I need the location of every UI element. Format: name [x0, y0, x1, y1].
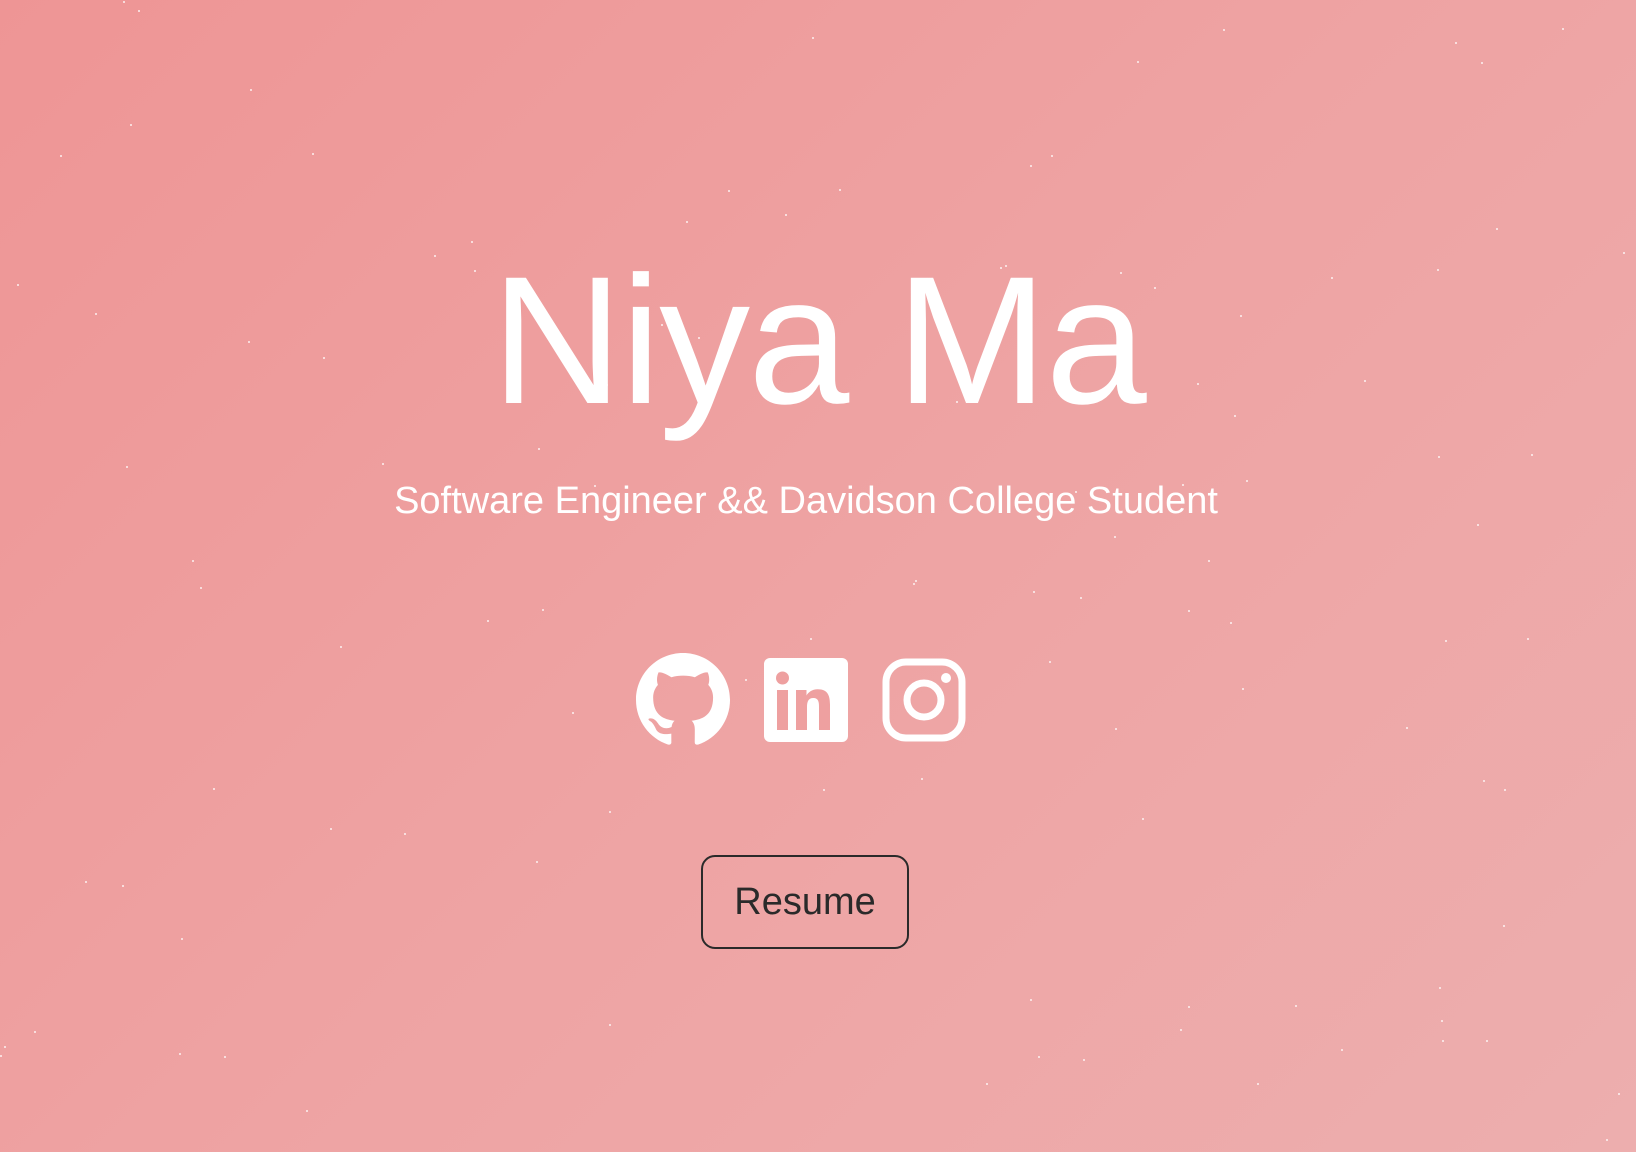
instagram-link[interactable] [882, 658, 966, 742]
hero-section: Niya Ma Software Engineer && Davidson Co… [0, 0, 1636, 1152]
github-link[interactable] [636, 653, 730, 747]
social-links [636, 652, 966, 748]
instagram-icon [882, 658, 966, 742]
page-title: Niya Ma [491, 238, 1146, 442]
page-subtitle: Software Engineer && Davidson College St… [394, 480, 1218, 522]
github-icon [636, 653, 730, 747]
linkedin-link[interactable] [764, 658, 848, 742]
linkedin-icon [764, 658, 848, 742]
resume-button[interactable]: Resume [701, 855, 909, 949]
